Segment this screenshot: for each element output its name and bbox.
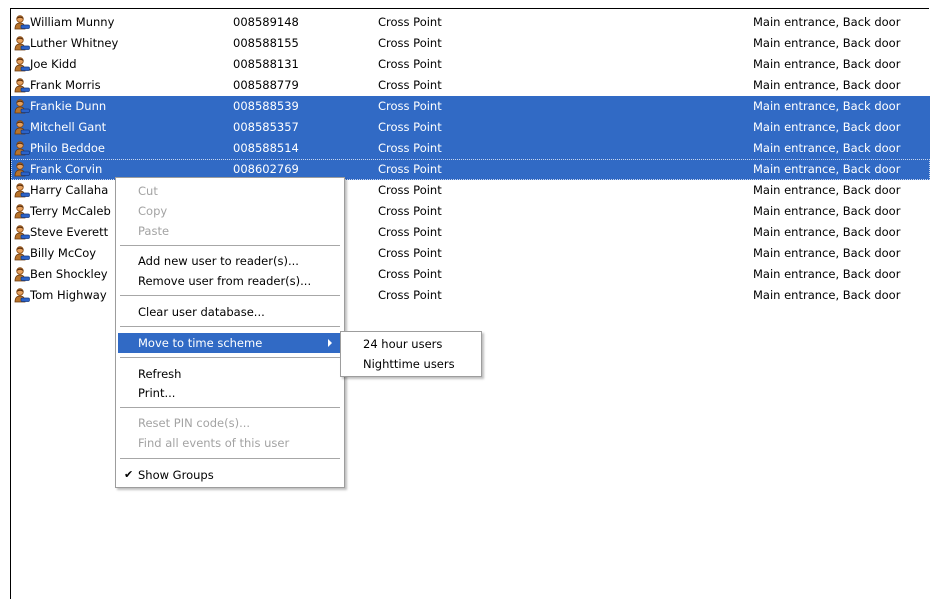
chevron-right-icon [328, 339, 332, 347]
menu-separator [120, 407, 340, 408]
user-name: William Munny [30, 15, 115, 29]
user-reader-type: Cross Point [378, 162, 442, 176]
user-reader-type: Cross Point [378, 288, 442, 302]
user-name: Tom Highway [30, 288, 107, 302]
user-reader-type: Cross Point [378, 120, 442, 134]
user-reader-type: Cross Point [378, 246, 442, 260]
user-icon [13, 264, 30, 285]
user-readers: Main entrance, Back door [753, 246, 901, 260]
user-reader-type: Cross Point [378, 183, 442, 197]
user-card-id: 008588539 [233, 99, 299, 113]
table-row[interactable]: Mitchell Gant 008585357 Cross Point Main en… [11, 117, 930, 138]
user-icon [13, 243, 30, 264]
user-readers: Main entrance, Back door [753, 78, 901, 92]
user-icon [13, 201, 30, 222]
user-reader-type: Cross Point [378, 99, 442, 113]
table-row[interactable]: Philo Beddoe 008588514 Cross Point Main ent… [11, 138, 930, 159]
menu-item-find-events: Find all events of this user [138, 436, 290, 450]
user-name: Philo Beddoe [30, 141, 105, 155]
menu-item-copy: Copy [138, 204, 168, 218]
user-name: Steve Everett [30, 225, 109, 239]
user-icon [13, 138, 30, 159]
menu-item-add-user-to-readers[interactable]: Add new user to reader(s)... [118, 251, 342, 271]
user-name: Frank Morris [30, 78, 101, 92]
user-card-id: 008589148 [233, 15, 299, 29]
user-reader-type: Cross Point [378, 225, 442, 239]
user-reader-type: Cross Point [378, 36, 442, 50]
menu-item-remove-user-from-readers[interactable]: Remove user from reader(s)... [118, 271, 342, 291]
menu-item-reset-pin: Reset PIN code(s)... [138, 416, 251, 430]
user-name: Frank Corvin [30, 162, 103, 176]
user-icon [13, 117, 30, 138]
user-reader-type: Cross Point [378, 57, 442, 71]
user-readers: Main entrance, Back door [753, 15, 901, 29]
table-row[interactable]: Frankie Dunn 008588539 Cross Point Main ent… [11, 96, 930, 117]
user-card-id: 008585357 [233, 120, 299, 134]
checkmark-icon: ✔ [124, 468, 134, 481]
user-readers: Main entrance, Back door [753, 204, 901, 218]
user-readers: Main entrance, Back door [753, 288, 901, 302]
menu-separator [120, 295, 340, 296]
menu-item-label: Show Groups [138, 468, 214, 482]
user-icon [13, 285, 30, 306]
menu-item-clear-user-database[interactable]: Clear user database... [118, 302, 342, 322]
user-card-id: 008588514 [233, 141, 299, 155]
user-icon [13, 54, 30, 75]
user-readers: Main entrance, Back door [753, 57, 901, 71]
user-card-id: 008588779 [233, 78, 299, 92]
user-readers: Main entrance, Back door [753, 225, 901, 239]
user-icon [13, 159, 30, 180]
context-menu: Cut Copy Paste Add new user to reader(s)… [115, 177, 345, 488]
user-name: Joe Kidd [30, 57, 77, 71]
user-icon [13, 96, 30, 117]
table-row[interactable]: Joe Kidd 008588131 Cross Point Main entranc… [11, 54, 930, 75]
user-readers: Main entrance, Back door [753, 141, 901, 155]
table-row[interactable]: Luther Whitney 008588155 Cross Point Main e… [11, 33, 930, 54]
menu-item-cut: Cut [138, 184, 158, 198]
user-name: Frankie Dunn [30, 99, 107, 113]
user-readers: Main entrance, Back door [753, 183, 901, 197]
user-reader-type: Cross Point [378, 204, 442, 218]
menu-item-label: Move to time scheme [138, 336, 263, 350]
table-row[interactable]: Frank Morris 008588779 Cross Point Main ent… [11, 75, 930, 96]
user-name: Luther Whitney [30, 36, 119, 50]
user-readers: Main entrance, Back door [753, 99, 901, 113]
user-name: Terry McCaleb [30, 204, 111, 218]
user-icon [13, 222, 30, 243]
user-readers: Main entrance, Back door [753, 120, 901, 134]
menu-item-paste: Paste [138, 224, 170, 238]
user-reader-type: Cross Point [378, 267, 442, 281]
user-reader-type: Cross Point [378, 141, 442, 155]
user-icon [13, 33, 30, 54]
user-reader-type: Cross Point [378, 15, 442, 29]
user-readers: Main entrance, Back door [753, 267, 901, 281]
user-card-id: 008588131 [233, 57, 299, 71]
menu-separator [120, 357, 340, 358]
user-name: Billy McCoy [30, 246, 97, 260]
user-readers: Main entrance, Back door [753, 36, 901, 50]
user-readers: Main entrance, Back door [753, 162, 901, 176]
submenu-item-24-hour-users[interactable]: 24 hour users [343, 334, 479, 354]
user-icon [13, 75, 30, 96]
user-name: Mitchell Gant [30, 120, 107, 134]
time-scheme-submenu: 24 hour users Nighttime users [340, 331, 482, 377]
table-row[interactable]: William Munny 008589148 Cross Point Main en… [11, 12, 930, 33]
user-reader-type: Cross Point [378, 78, 442, 92]
menu-separator [120, 458, 340, 459]
user-name: Harry Callaha [30, 183, 109, 197]
menu-item-refresh[interactable]: Refresh [118, 364, 342, 384]
menu-separator [120, 326, 340, 327]
menu-item-show-groups[interactable]: ✔ Show Groups [118, 465, 342, 485]
menu-separator [120, 245, 340, 246]
user-icon [13, 12, 30, 33]
submenu-item-nighttime-users[interactable]: Nighttime users [343, 354, 479, 374]
user-icon [13, 180, 30, 201]
user-name: Ben Shockley [30, 267, 108, 281]
menu-item-move-to-time-scheme[interactable]: Move to time scheme [118, 333, 342, 353]
menu-item-print[interactable]: Print... [118, 383, 342, 403]
user-card-id: 008588155 [233, 36, 299, 50]
